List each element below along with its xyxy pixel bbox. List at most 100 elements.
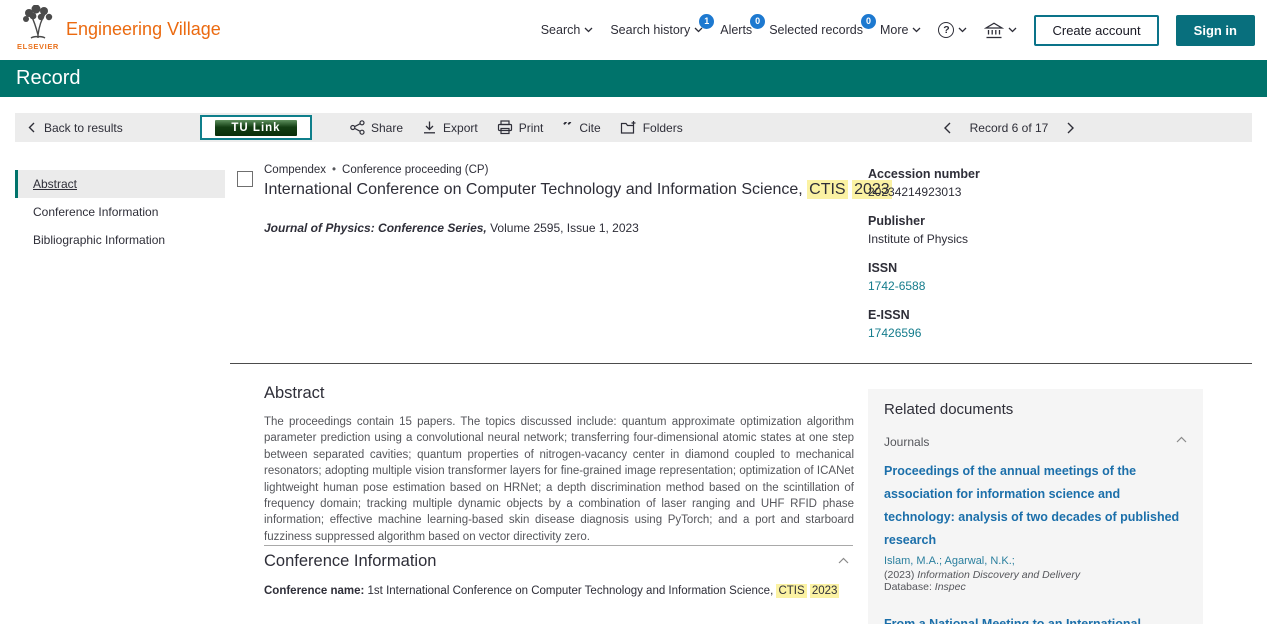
cite-button[interactable]: ” Cite [562,121,600,135]
sidebar-item-conference-information[interactable]: Conference Information [15,198,225,226]
related-document-authors[interactable]: Islam, M.A.; Agarwal, N.K.; [884,555,1187,567]
eissn-link[interactable]: 17426596 [868,324,1178,342]
bullet-separator: • [332,164,336,176]
chevron-left-icon [28,122,35,133]
record-page: ELSEVIER Engineering Village Search Sear… [0,0,1267,624]
record-pager-label: Record 6 of 17 [970,121,1049,135]
related-journals-label: Journals [884,435,929,449]
elsevier-tree-icon [19,5,57,41]
publisher-label: Publisher [868,213,1178,230]
previous-record-button[interactable] [943,122,951,134]
accession-number-label: Accession number [868,166,1178,183]
collapse-group-button[interactable] [1176,436,1187,443]
nav-selected-records-label: Selected records [769,23,863,37]
create-account-button[interactable]: Create account [1034,15,1158,46]
collapse-section-button[interactable] [838,557,849,564]
database-label: Database: [884,581,935,593]
share-button[interactable]: Share [350,120,403,135]
highlight-term: CTIS [807,180,847,199]
header-nav: Search Search history 1 Alerts 0 Selecte… [541,0,1255,60]
related-document-link[interactable]: Proceedings of the annual meetings of th… [884,460,1187,552]
cite-label: Cite [579,121,600,135]
nav-selected-records[interactable]: Selected records 0 [769,23,863,37]
chevron-up-icon [1176,436,1187,443]
nav-alerts-label: Alerts [720,23,752,37]
chevron-down-icon [1008,27,1017,33]
record-source-line: Compendex • Conference proceeding (CP) [264,164,488,176]
back-to-results-label: Back to results [44,121,123,135]
related-document-link[interactable]: From a National Meeting to an Internatio… [884,613,1187,624]
share-label: Share [371,121,403,135]
chevron-up-icon [838,557,849,564]
nav-search-history[interactable]: Search history 1 [610,23,703,37]
conference-name-value: 1st International Conference on Computer… [364,585,776,597]
folder-plus-icon [620,120,637,135]
app-name[interactable]: Engineering Village [66,19,221,40]
section-nav: Abstract Conference Information Bibliogr… [15,170,225,254]
record-select-checkbox[interactable] [237,171,253,187]
related-document-database: Database: Inspec [884,581,1187,593]
institution-icon [984,22,1004,39]
folders-button[interactable]: Folders [620,120,683,135]
printer-icon [497,120,513,135]
nav-alerts[interactable]: Alerts 0 [720,23,752,37]
next-record-button[interactable] [1067,122,1075,134]
section-divider [230,363,1252,364]
record-title-text: International Conference on Computer Tec… [264,181,807,198]
eissn-label: E-ISSN [868,307,1178,324]
sign-in-button[interactable]: Sign in [1176,15,1255,46]
cite-quote-icon: ” [562,122,573,134]
page-title: Record [16,67,80,90]
nav-more[interactable]: More [880,23,921,37]
sidebar-item-bibliographic-information[interactable]: Bibliographic Information [15,226,225,254]
document-type: Conference proceeding (CP) [342,164,488,176]
accession-number-group: Accession number 20234214923013 [868,166,1178,201]
help-icon: ? [938,22,954,38]
highlight-term: 2023 [810,584,840,598]
download-icon [422,120,437,135]
tu-link-button[interactable]: TU Link [200,115,312,140]
institution-menu[interactable] [984,22,1017,39]
tu-link-label: TU Link [215,120,296,136]
related-document-source: (2023) Information Discovery and Deliver… [884,569,1187,581]
print-button[interactable]: Print [497,120,544,135]
elsevier-logo[interactable]: ELSEVIER [15,5,61,51]
abstract-heading: Abstract [264,384,325,403]
database-name: Inspec [935,581,966,593]
chevron-right-icon [1067,122,1075,134]
alerts-badge: 0 [750,14,765,29]
top-header: ELSEVIER Engineering Village Search Sear… [0,0,1267,60]
export-button[interactable]: Export [422,120,478,135]
publisher-value: Institute of Physics [868,230,1178,248]
publisher-group: Publisher Institute of Physics [868,213,1178,248]
chevron-left-icon [943,122,951,134]
related-documents-heading: Related documents [884,401,1187,418]
sidebar-item-conference-information-label: Conference Information [33,205,158,219]
nav-more-label: More [880,23,908,37]
issn-group: ISSN 1742-6588 [868,260,1178,295]
eissn-group: E-ISSN 17426596 [868,307,1178,342]
help-menu[interactable]: ? [938,22,967,38]
sidebar-item-abstract[interactable]: Abstract [15,170,225,198]
conference-name-label: Conference name: [264,585,364,597]
journal-source-line: Journal of Physics: Conference Series, V… [264,221,639,235]
export-label: Export [443,121,478,135]
accession-number-value: 20234214923013 [868,183,1178,201]
related-document-journal: Information Discovery and Delivery [917,569,1080,581]
elsevier-logo-text: ELSEVIER [15,42,61,51]
chevron-down-icon [912,27,921,33]
issn-label: ISSN [868,260,1178,277]
chevron-down-icon [584,27,593,33]
sidebar-item-bibliographic-information-label: Bibliographic Information [33,233,165,247]
search-history-badge: 1 [699,14,714,29]
folders-label: Folders [643,121,683,135]
back-to-results-button[interactable]: Back to results [28,113,123,142]
nav-search-history-label: Search history [610,23,690,37]
print-label: Print [519,121,544,135]
nav-search[interactable]: Search [541,23,594,37]
selected-records-badge: 0 [861,14,876,29]
database-name: Compendex [264,164,326,176]
issn-link[interactable]: 1742-6588 [868,277,1178,295]
journal-name: Journal of Physics: Conference Series, [264,221,487,235]
journal-volume-issue: Volume 2595, Issue 1, 2023 [487,221,639,235]
